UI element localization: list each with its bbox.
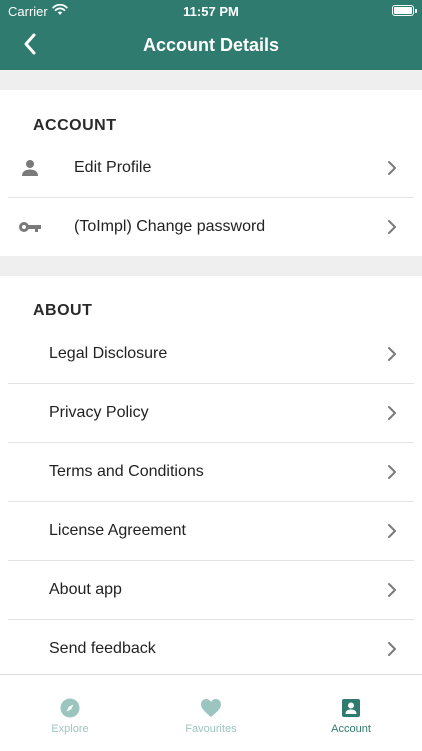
tab-account[interactable]: Account bbox=[281, 675, 421, 751]
change-password-label: (ToImpl) Change password bbox=[74, 218, 266, 235]
chevron-right-icon bbox=[388, 642, 396, 656]
section-title-about: ABOUT bbox=[33, 302, 93, 319]
edit-profile-label: Edit Profile bbox=[74, 159, 152, 176]
change-password-row[interactable]: (ToImpl) Change password bbox=[8, 198, 414, 256]
settings-list[interactable]: ACCOUNT Edit Profile (ToImpl) Change pas… bbox=[0, 70, 422, 674]
battery-tip bbox=[415, 9, 417, 13]
about-app-label: About app bbox=[49, 581, 122, 598]
section-spacer bbox=[0, 256, 422, 276]
legal-disclosure-row[interactable]: Legal Disclosure bbox=[8, 325, 414, 384]
chevron-right-icon bbox=[388, 347, 396, 361]
chevron-right-icon bbox=[388, 524, 396, 538]
heart-icon bbox=[200, 697, 222, 719]
tab-favourites[interactable]: Favourites bbox=[141, 675, 281, 751]
chevron-right-icon bbox=[388, 465, 396, 479]
status-time: 11:57 PM bbox=[183, 4, 239, 19]
send-feedback-label: Send feedback bbox=[49, 640, 156, 657]
account-box-icon bbox=[340, 697, 362, 719]
license-agreement-row[interactable]: License Agreement bbox=[8, 502, 414, 561]
tab-bar: Explore Favourites Account bbox=[0, 674, 422, 751]
chevron-right-icon bbox=[388, 583, 396, 597]
tab-explore-label: Explore bbox=[51, 723, 89, 735]
compass-icon bbox=[59, 697, 81, 719]
section-title-account: ACCOUNT bbox=[33, 117, 117, 134]
license-agreement-label: License Agreement bbox=[49, 522, 186, 539]
terms-and-conditions-label: Terms and Conditions bbox=[49, 463, 204, 480]
section-spacer bbox=[0, 70, 422, 90]
account-section: ACCOUNT Edit Profile (ToImpl) Change pas… bbox=[0, 90, 422, 256]
privacy-policy-row[interactable]: Privacy Policy bbox=[8, 384, 414, 443]
edit-profile-row[interactable]: Edit Profile bbox=[8, 139, 414, 198]
status-bar: Carrier 11:57 PM bbox=[0, 0, 422, 22]
battery-icon bbox=[392, 5, 414, 16]
tab-account-label: Account bbox=[331, 723, 371, 735]
key-icon bbox=[18, 217, 42, 237]
send-feedback-row[interactable]: Send feedback bbox=[8, 620, 414, 674]
tab-favourites-label: Favourites bbox=[185, 723, 237, 735]
chevron-right-icon bbox=[388, 406, 396, 420]
person-icon bbox=[20, 158, 40, 178]
legal-disclosure-label: Legal Disclosure bbox=[49, 345, 168, 362]
about-section: ABOUT Legal Disclosure Privacy Policy Te… bbox=[0, 276, 422, 674]
app-header: Carrier 11:57 PM Account Details bbox=[0, 0, 422, 70]
chevron-right-icon bbox=[388, 220, 396, 234]
tab-explore[interactable]: Explore bbox=[0, 675, 140, 751]
about-app-row[interactable]: About app bbox=[8, 561, 414, 620]
chevron-right-icon bbox=[388, 161, 396, 175]
terms-and-conditions-row[interactable]: Terms and Conditions bbox=[8, 443, 414, 502]
page-title: Account Details bbox=[142, 35, 280, 55]
privacy-policy-label: Privacy Policy bbox=[49, 404, 149, 421]
